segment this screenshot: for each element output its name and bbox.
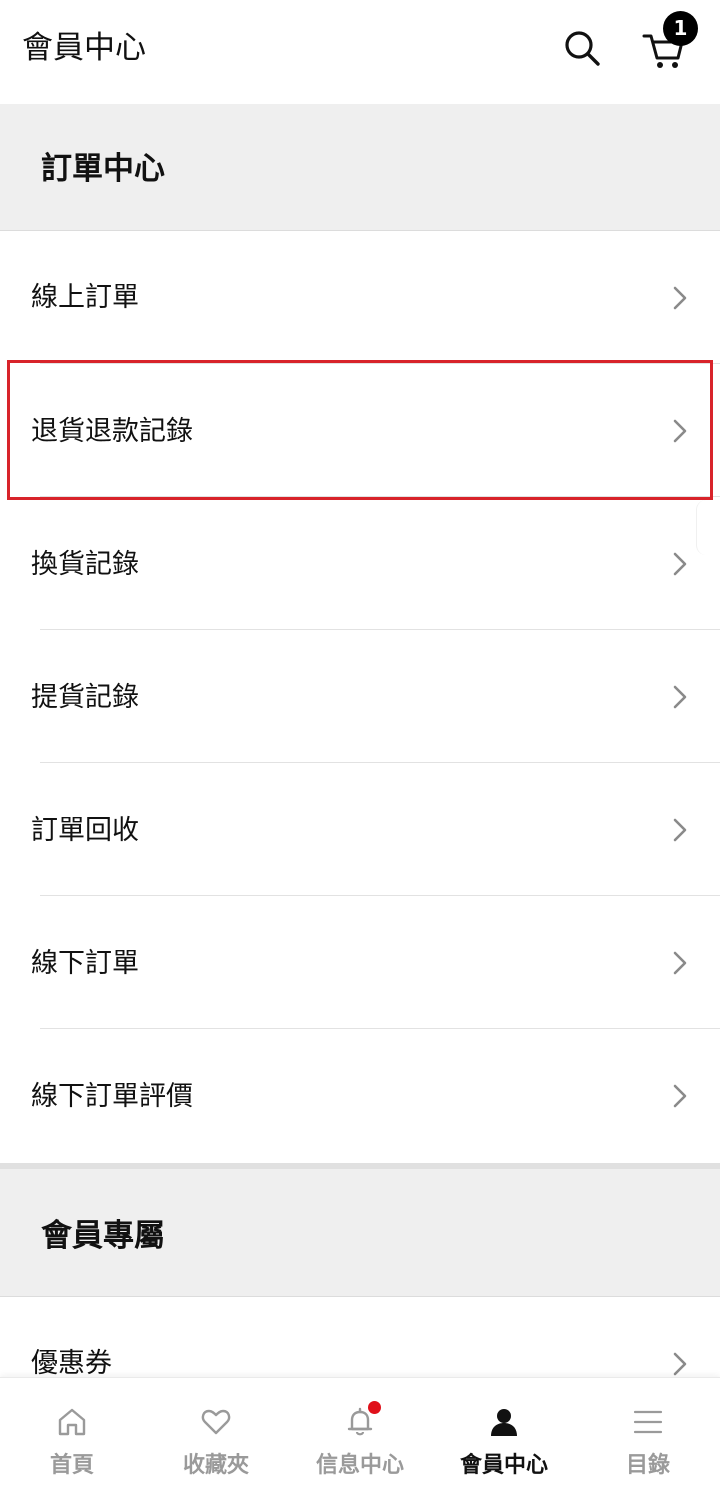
section-title: 訂單中心 xyxy=(41,151,165,187)
section-header-order-center: 訂單中心 xyxy=(0,104,720,231)
nav-label: 首頁 xyxy=(49,1453,94,1478)
list-item-online-orders[interactable]: 線上訂單 xyxy=(0,231,720,364)
chevron-right-icon xyxy=(673,286,687,310)
top-header: 會員中心 1 xyxy=(0,0,720,104)
list-item-offline-order-reviews[interactable]: 線下訂單評價 xyxy=(0,1029,720,1163)
chevron-right-icon xyxy=(673,951,687,975)
bottom-nav: 首頁 收藏夾 信息中心 會員中心 目錄 xyxy=(0,1377,720,1491)
list-item-offline-orders[interactable]: 線下訂單 xyxy=(0,896,720,1029)
menu-icon xyxy=(633,1410,663,1434)
user-icon xyxy=(491,1409,517,1436)
list-item-return-refund-records[interactable]: 退貨退款記錄 xyxy=(0,364,720,497)
item-label: 退貨退款記錄 xyxy=(31,416,193,447)
item-label: 線下訂單評價 xyxy=(31,1081,193,1112)
chevron-right-icon xyxy=(673,419,687,443)
item-label: 換貨記錄 xyxy=(31,549,139,580)
nav-label: 目錄 xyxy=(625,1453,670,1478)
section-title: 會員專屬 xyxy=(41,1218,165,1254)
section-header-member-exclusive: 會員專屬 xyxy=(0,1169,720,1297)
notification-dot xyxy=(368,1401,381,1414)
search-icon xyxy=(565,31,600,66)
nav-item-messages[interactable]: 信息中心 xyxy=(288,1378,432,1491)
cart-count-badge: 1 xyxy=(663,11,698,46)
list-item-order-recycle[interactable]: 訂單回收 xyxy=(0,763,720,896)
item-label: 提貨記錄 xyxy=(31,682,139,713)
home-icon xyxy=(58,1408,86,1436)
item-label: 線下訂單 xyxy=(31,948,139,979)
item-label: 線上訂單 xyxy=(31,282,139,313)
search-button[interactable] xyxy=(558,24,606,72)
nav-label: 會員中心 xyxy=(459,1453,548,1478)
nav-item-member-center[interactable]: 會員中心 xyxy=(432,1378,576,1491)
chevron-right-icon xyxy=(673,1352,687,1376)
chevron-right-icon xyxy=(673,552,687,576)
nav-label: 收藏夾 xyxy=(182,1453,249,1478)
list-item-exchange-records[interactable]: 換貨記錄 xyxy=(0,497,720,630)
nav-label: 信息中心 xyxy=(315,1453,404,1478)
list-item-pickup-records[interactable]: 提貨記錄 xyxy=(0,630,720,763)
item-label: 訂單回收 xyxy=(31,815,139,846)
heart-icon xyxy=(201,1409,231,1435)
chevron-right-icon xyxy=(673,1084,687,1108)
page-title: 會員中心 xyxy=(22,30,146,66)
nav-item-home[interactable]: 首頁 xyxy=(0,1378,144,1491)
nav-item-favorites[interactable]: 收藏夾 xyxy=(144,1378,288,1491)
nav-item-catalog[interactable]: 目錄 xyxy=(576,1378,720,1491)
scroll-hint xyxy=(696,500,720,555)
chevron-right-icon xyxy=(673,818,687,842)
chevron-right-icon xyxy=(673,685,687,709)
